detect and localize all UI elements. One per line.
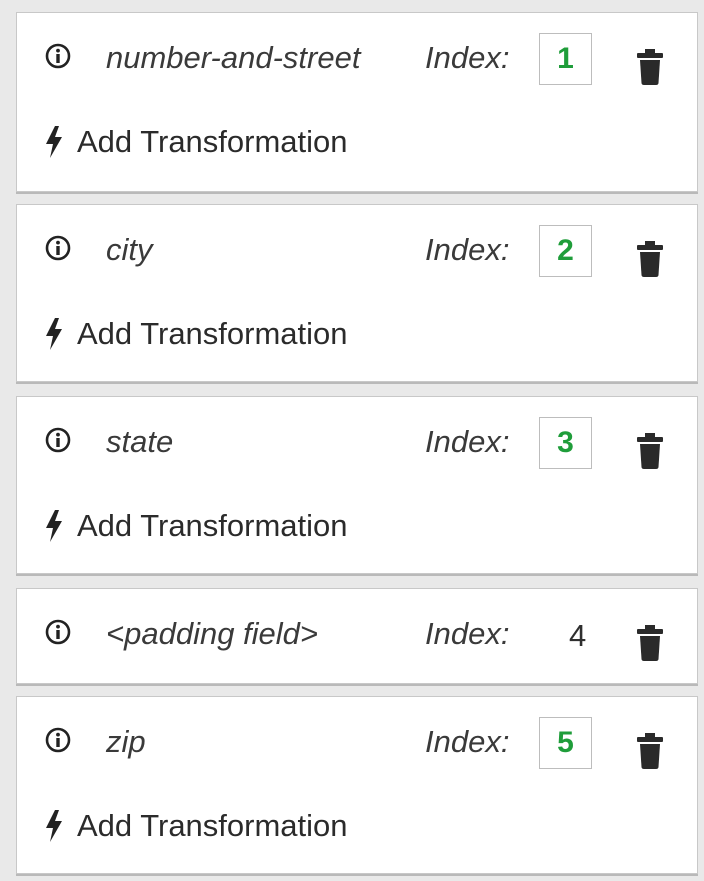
add-transformation-label: Add Transformation bbox=[77, 508, 348, 543]
bolt-icon bbox=[46, 126, 62, 158]
index-value: 4 bbox=[569, 618, 587, 653]
trash-icon[interactable] bbox=[635, 241, 665, 277]
bolt-icon bbox=[46, 318, 62, 350]
field-card-zip: zip Index: Add Transformation bbox=[16, 696, 698, 874]
info-icon[interactable] bbox=[45, 427, 71, 453]
add-transformation-link[interactable]: Add Transformation bbox=[45, 509, 348, 543]
index-label: Index: bbox=[425, 724, 510, 759]
trash-icon[interactable] bbox=[635, 433, 665, 469]
field-name: <padding field> bbox=[106, 616, 319, 651]
field-card-state: state Index: Add Transformation bbox=[16, 396, 698, 574]
info-icon[interactable] bbox=[45, 619, 71, 645]
trash-icon[interactable] bbox=[635, 49, 665, 85]
add-transformation-link[interactable]: Add Transformation bbox=[45, 809, 348, 843]
bolt-icon bbox=[46, 810, 62, 842]
field-name: state bbox=[106, 424, 174, 459]
add-transformation-link[interactable]: Add Transformation bbox=[45, 125, 348, 159]
index-input[interactable] bbox=[539, 717, 592, 769]
add-transformation-link[interactable]: Add Transformation bbox=[45, 317, 348, 351]
field-name: zip bbox=[106, 724, 146, 759]
info-icon[interactable] bbox=[45, 43, 71, 69]
add-transformation-label: Add Transformation bbox=[77, 316, 348, 351]
index-input[interactable] bbox=[539, 225, 592, 277]
trash-icon[interactable] bbox=[635, 625, 665, 661]
field-name: city bbox=[106, 232, 153, 267]
index-input[interactable] bbox=[539, 417, 592, 469]
info-icon[interactable] bbox=[45, 727, 71, 753]
field-card-city: city Index: Add Transformation bbox=[16, 204, 698, 382]
bolt-icon bbox=[46, 510, 62, 542]
field-card-padding: <padding field> Index: 4 bbox=[16, 588, 698, 684]
index-input[interactable] bbox=[539, 33, 592, 85]
field-card-number-and-street: number-and-street Index: Add Transformat… bbox=[16, 12, 698, 192]
index-label: Index: bbox=[425, 40, 510, 75]
info-icon[interactable] bbox=[45, 235, 71, 261]
index-label: Index: bbox=[425, 232, 510, 267]
add-transformation-label: Add Transformation bbox=[77, 124, 348, 159]
field-name: number-and-street bbox=[106, 40, 361, 75]
add-transformation-label: Add Transformation bbox=[77, 808, 348, 843]
index-label: Index: bbox=[425, 616, 510, 651]
index-label: Index: bbox=[425, 424, 510, 459]
trash-icon[interactable] bbox=[635, 733, 665, 769]
